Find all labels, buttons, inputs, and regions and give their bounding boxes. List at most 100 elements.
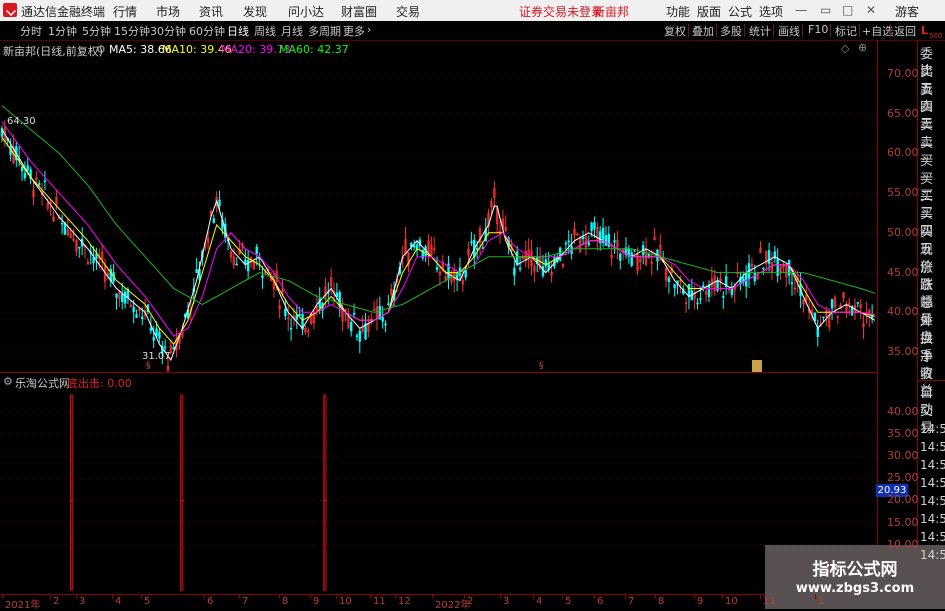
price-chart[interactable] <box>0 40 877 372</box>
watermark-box: 指标公式网 www.zbgs3.com <box>765 545 945 609</box>
candle <box>367 315 370 338</box>
indicator-tick-label: 40.00 <box>887 404 919 418</box>
candle <box>163 339 167 352</box>
candle <box>195 257 198 273</box>
candle <box>656 248 659 271</box>
btn-huaxian[interactable]: 画线 <box>778 23 800 39</box>
toolbar-separator <box>688 24 689 37</box>
candle <box>716 276 719 293</box>
x-tick <box>310 594 311 599</box>
side-divider <box>917 380 945 381</box>
btn-fuquan[interactable]: 复权 <box>664 23 686 39</box>
tick-time: 14:56 <box>920 440 945 454</box>
toolbar-separator <box>802 24 803 37</box>
menu-hangqing[interactable]: 行情 <box>113 3 137 20</box>
price-tick-label: 60.00 <box>887 146 919 160</box>
btn-biaoji[interactable]: 标记 <box>835 23 857 39</box>
candle <box>684 297 688 313</box>
price-tick-label: 50.00 <box>887 225 919 239</box>
signal-bar <box>323 394 328 591</box>
price-tick-label: 70.00 <box>887 66 919 80</box>
candle <box>833 295 837 315</box>
event-marker-icon[interactable]: § <box>539 361 544 371</box>
btn-diejia[interactable]: 叠加 <box>692 23 714 39</box>
candle <box>361 315 364 334</box>
candle <box>404 227 407 256</box>
period-60min[interactable]: 60分钟 <box>189 23 225 39</box>
candle <box>816 319 819 347</box>
menu-gongneng[interactable]: 功能 <box>666 3 690 20</box>
candle <box>533 263 536 283</box>
period-30min[interactable]: 30分钟 <box>150 23 186 39</box>
period-daily[interactable]: 日线 <box>227 23 249 39</box>
menu-wenxiaoda[interactable]: 问小达 <box>288 3 324 20</box>
candle <box>135 309 138 318</box>
tick-time: 14:56 <box>920 458 945 472</box>
date-tick-label: 10 <box>339 596 352 607</box>
menu-zixun[interactable]: 资讯 <box>199 3 223 20</box>
btn-back[interactable]: 返回 <box>894 23 916 39</box>
candle <box>593 216 596 238</box>
date-tick-label: 1 <box>818 596 825 607</box>
restore-icon[interactable]: ▭ <box>820 3 831 17</box>
tick-time: 14:56 <box>920 548 945 562</box>
date-tick-label: 8 <box>658 596 665 607</box>
date-tick-label: 11 <box>763 596 776 607</box>
candle <box>736 262 739 278</box>
btn-tongji[interactable]: 统计 <box>749 23 771 39</box>
tick-time: 14:56 <box>920 494 945 508</box>
btn-f10[interactable]: F10 <box>808 23 828 36</box>
x-tick <box>500 594 501 599</box>
event-marker-icon[interactable]: § <box>146 361 151 371</box>
indicator-chart[interactable] <box>0 373 877 593</box>
candle <box>782 261 785 273</box>
candle <box>364 313 367 340</box>
minimize-icon[interactable]: — <box>795 3 807 17</box>
candle <box>115 293 118 310</box>
login-status[interactable]: 证券交易未登录 <box>519 3 603 20</box>
btn-add-watchlist[interactable]: +自选 <box>862 23 893 39</box>
candle <box>673 283 676 297</box>
menu-jiaoyi[interactable]: 交易 <box>396 3 420 20</box>
candle <box>641 241 645 265</box>
tick-time: 14:56 <box>920 422 945 436</box>
candle <box>158 327 161 343</box>
maximize-icon[interactable]: □ <box>842 3 853 17</box>
period-1min[interactable]: 1分钟 <box>48 23 77 39</box>
candle <box>845 300 848 319</box>
price-tick-label: 45.00 <box>887 265 919 279</box>
period-weekly[interactable]: 周线 <box>254 23 276 39</box>
menu-faxian[interactable]: 发现 <box>243 3 267 20</box>
candle <box>387 294 390 306</box>
period-monthly[interactable]: 月线 <box>281 23 303 39</box>
period-5min[interactable]: 5分钟 <box>82 23 111 39</box>
x-tick <box>239 594 240 599</box>
menu-shichang[interactable]: 市场 <box>156 3 180 20</box>
candle <box>739 271 742 291</box>
high-price-label: 64.30 <box>7 116 36 127</box>
date-tick-label: 11 <box>373 596 386 607</box>
chevron-right-icon[interactable]: › <box>367 23 371 36</box>
menu-banmian[interactable]: 版面 <box>697 3 721 20</box>
signal-bar <box>179 394 184 591</box>
period-multi[interactable]: 多周期 <box>308 23 341 39</box>
menu-caifuquan[interactable]: 财富圈 <box>341 3 377 20</box>
candle <box>653 228 656 241</box>
candle <box>584 224 588 256</box>
event-marker-icon[interactable] <box>752 360 762 372</box>
app-logo-icon <box>3 3 17 17</box>
candle <box>261 266 264 289</box>
menu-gongshi[interactable]: 公式 <box>728 3 752 20</box>
x-axis-line <box>0 594 877 595</box>
candle <box>696 298 699 310</box>
period-more[interactable]: 更多 <box>343 23 365 39</box>
menu-xuanxiang[interactable]: 选项 <box>759 3 783 20</box>
x-tick <box>625 594 626 599</box>
candle <box>636 247 639 276</box>
period-15min[interactable]: 15分钟 <box>114 23 150 39</box>
close-icon[interactable]: ✕ <box>866 3 876 17</box>
guest-label[interactable]: 游客 <box>895 3 919 20</box>
btn-duogu[interactable]: 多股 <box>720 23 742 39</box>
candle <box>52 211 55 222</box>
period-fenshi[interactable]: 分时 <box>20 23 42 39</box>
